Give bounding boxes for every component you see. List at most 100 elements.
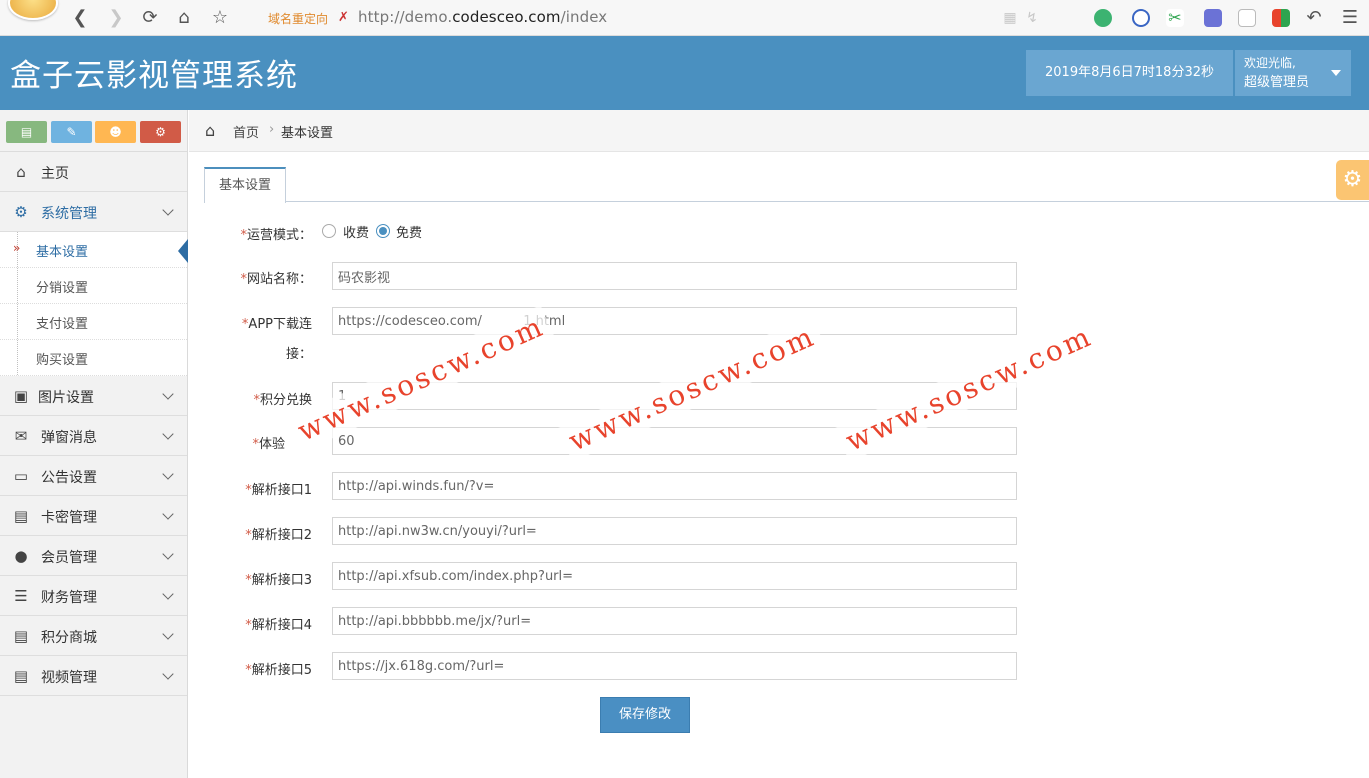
sidebar-item-videos[interactable]: ▤ 视频管理 [0,656,187,696]
double-angle-right-icon: » [13,241,21,255]
api3-row: *解析接口3 [220,562,1020,590]
chevron-down-icon [162,468,174,480]
api2-row: *解析接口2 [220,517,1020,545]
subitem-label: 购买设置 [36,353,89,368]
sidebar-item-points-mall[interactable]: ▤ 积分商城 [0,616,187,656]
address-bar[interactable]: http://demo.codesceo.com/index [358,8,607,26]
stats-shortcut-button[interactable]: ▤ [6,121,47,143]
desktop-icon: ▤ [13,667,29,685]
breadcrumb-home-link[interactable]: 首页 [233,122,259,141]
cogs-icon: ⚙ [14,203,28,221]
extension-icon[interactable] [1204,9,1222,27]
api3-input[interactable] [332,562,1017,590]
settings-shortcut-button[interactable]: ⚙ [140,121,181,143]
qr-icon[interactable]: ▦ [998,6,1022,30]
browser-logo-icon [8,0,58,20]
sidebar-subitem-payment[interactable]: 支付设置 [0,304,187,340]
breadcrumb-current: 基本设置 [281,126,334,141]
redirect-label: 域名重定向 [268,12,329,26]
sidebar-item-label: 财务管理 [41,590,97,606]
browser-toolbar: ❮ ❯ ⟳ ⌂ ☆ 域名重定向 ✗ http://demo.codesceo.c… [0,0,1369,36]
submenu-system: » 基本设置 分销设置 支付设置 购买设置 [0,232,188,376]
user-menu[interactable]: 欢迎光临, 超级管理员 [1235,50,1351,96]
sidebar-item-cards[interactable]: ▤ 卡密管理 [0,496,187,536]
home-icon[interactable]: ⌂ [205,121,215,140]
sidebar-item-notice[interactable]: ▭ 公告设置 [0,456,187,496]
breadcrumb-separator: › [269,122,275,137]
api2-input[interactable] [332,517,1017,545]
api5-row: *解析接口5 [220,652,1020,680]
sidebar-subitem-basic[interactable]: » 基本设置 [0,232,188,268]
radio-free[interactable] [376,224,390,238]
sidebar-item-label: 视频管理 [41,670,97,686]
sidebar-item-label: 图片设置 [38,390,94,406]
radio-paid-label[interactable]: 收费 [343,222,369,241]
forward-icon[interactable]: ❯ [104,6,128,30]
site-name-label: *网站名称： [240,272,312,287]
app-link-row: *APP下载连 接： [220,307,1020,363]
search-ext-icon[interactable] [1132,9,1150,27]
apps-icon[interactable] [1272,9,1290,27]
app-link-input[interactable] [332,307,1017,335]
edit-shortcut-button[interactable]: ✎ [51,121,92,143]
chevron-down-icon [162,508,174,520]
users-shortcut-button[interactable]: ☻ [95,121,136,143]
api1-label: *解析接口1 [245,483,312,498]
api4-row: *解析接口4 [220,607,1020,635]
caret-down-icon[interactable] [1331,70,1341,76]
breadcrumb: ⌂ 首页 › 基本设置 [189,110,1369,152]
api4-input[interactable] [332,607,1017,635]
reload-icon[interactable]: ⟳ [138,6,162,30]
laptop-icon: ▭ [13,467,29,485]
translate-icon[interactable] [1094,9,1112,27]
scissors-icon[interactable]: ✂ [1166,9,1184,27]
home-page-icon[interactable]: ⌂ [172,6,196,30]
sidebar-item-system[interactable]: ⚙ 系统管理 [0,192,187,232]
chevron-down-icon [162,204,174,216]
sidebar-item-label: 卡密管理 [41,510,97,526]
sidebar-item-label: 系统管理 [41,206,97,222]
api5-label: *解析接口5 [245,663,312,678]
trial-label: *体验 [252,437,285,452]
sidebar-item-label: 积分商城 [41,630,97,646]
subitem-label: 分销设置 [36,281,89,296]
screenshot-icon[interactable] [1238,9,1256,27]
subitem-label: 基本设置 [36,245,89,260]
shortcut-bar: ▤ ✎ ☻ ⚙ [0,110,187,152]
api1-input[interactable] [332,472,1017,500]
app-title: 盒子云影视管理系统 [10,58,298,94]
back-icon[interactable]: ❮ [68,6,92,30]
api5-input[interactable] [332,652,1017,680]
mode-row: *运营模式： 收费 免费 [220,222,1020,246]
sidebar-subitem-purchase[interactable]: 购买设置 [0,340,187,376]
app-link-label-cont: 接： [285,347,312,362]
desktop-icon: ▤ [13,627,29,645]
menu-icon[interactable]: ☰ [1338,6,1362,30]
chevron-down-icon [162,428,174,440]
comments-icon: ✉ [14,427,28,445]
lightning-icon[interactable]: ↯ [1020,6,1044,30]
site-name-input[interactable] [332,262,1017,290]
sidebar-item-images[interactable]: ▣ 图片设置 [0,376,187,416]
sidebar: ▤ ✎ ☻ ⚙ ⌂ 主页 ⚙ 系统管理 » 基本设置 分销设置 支付设置 购买设… [0,110,188,778]
sidebar-item-popup[interactable]: ✉ 弹窗消息 [0,416,187,456]
user-icon: ● [14,547,28,565]
app-header: 盒子云影视管理系统 2019年8月6日7时18分32秒 欢迎光临, 超级管理员 [0,36,1369,110]
save-button[interactable]: 保存修改 [600,697,690,733]
sidebar-item-members[interactable]: ● 会员管理 [0,536,187,576]
radio-paid[interactable] [322,224,336,238]
mode-label: *运营模式： [240,228,312,243]
site-name-row: *网站名称： [220,262,1020,290]
sidebar-subitem-distribution[interactable]: 分销设置 [0,268,187,304]
subitem-label: 支付设置 [36,317,89,332]
bookmark-star-icon[interactable]: ☆ [208,6,232,30]
chevron-down-icon [162,388,174,400]
insecure-icon[interactable]: ✗ [338,10,349,25]
undo-icon[interactable]: ↶ [1302,6,1326,30]
radio-free-label[interactable]: 免费 [396,222,422,241]
picture-icon: ▣ [13,387,29,405]
tab-basic-settings[interactable]: 基本设置 [204,167,286,203]
sidebar-item-finance[interactable]: ☰ 财务管理 [0,576,187,616]
api2-label: *解析接口2 [245,528,312,543]
sidebar-item-home[interactable]: ⌂ 主页 [0,152,187,192]
